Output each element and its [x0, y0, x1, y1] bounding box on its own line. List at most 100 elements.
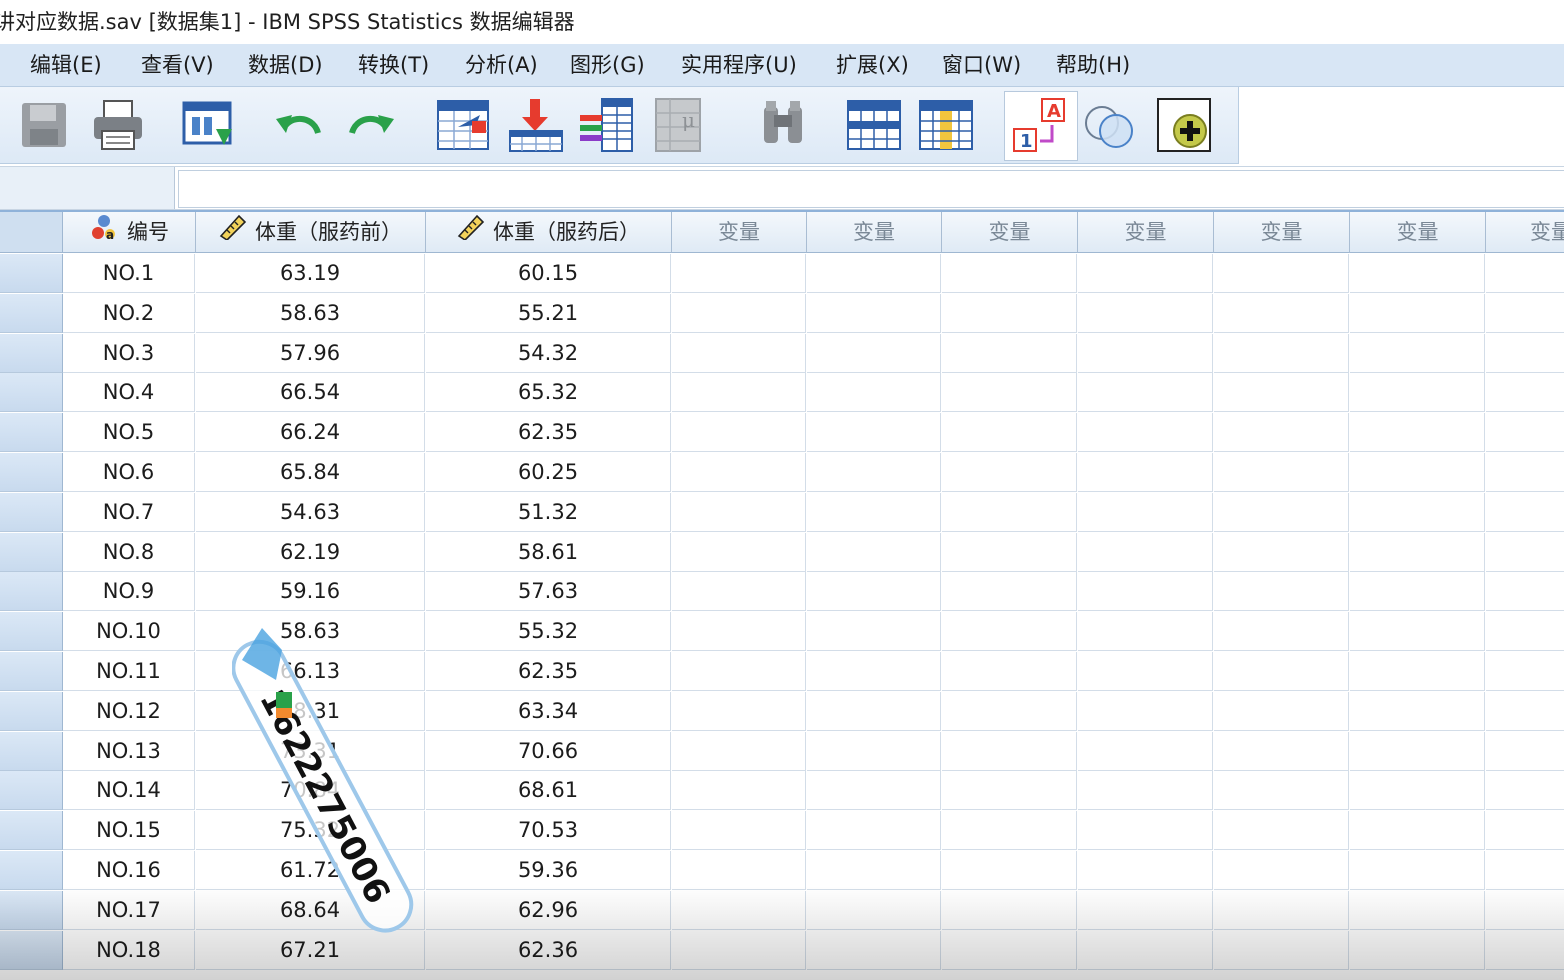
cell-empty[interactable] [1486, 851, 1564, 890]
cell-id[interactable]: NO.9 [63, 572, 195, 611]
menu-graphs[interactable]: 图形(G) [570, 44, 645, 86]
cell-empty[interactable] [1078, 732, 1213, 771]
menu-transform[interactable]: 转换(T) [358, 44, 429, 86]
cell-empty[interactable] [807, 851, 941, 890]
cell-empty[interactable] [1350, 851, 1485, 890]
row-header[interactable] [0, 572, 63, 611]
variables-button[interactable] [578, 97, 634, 153]
cell-empty[interactable] [672, 413, 806, 452]
cell-id[interactable]: NO.1 [63, 254, 195, 293]
row-header[interactable] [0, 254, 63, 293]
row-header[interactable] [0, 732, 63, 771]
cell-weight-after[interactable]: 59.36 [426, 851, 671, 890]
cell-empty[interactable] [1078, 692, 1213, 731]
cell-empty[interactable] [1214, 572, 1349, 611]
column-header-var[interactable]: 变量 [942, 212, 1078, 253]
cell-empty[interactable] [1486, 533, 1564, 572]
use-variable-sets-button[interactable] [1082, 97, 1138, 153]
cell-empty[interactable] [1078, 533, 1213, 572]
cell-empty[interactable] [942, 811, 1077, 850]
cell-empty[interactable] [672, 891, 806, 930]
cell-empty[interactable] [1350, 334, 1485, 373]
menu-utilities[interactable]: 实用程序(U) [681, 44, 797, 86]
cell-id[interactable]: NO.2 [63, 294, 195, 333]
cell-empty[interactable] [672, 294, 806, 333]
cell-empty[interactable] [672, 612, 806, 651]
cell-weight-after[interactable]: 55.32 [426, 612, 671, 651]
cell-id[interactable]: NO.8 [63, 533, 195, 572]
cell-id[interactable]: NO.14 [63, 771, 195, 810]
cell-empty[interactable] [807, 413, 941, 452]
menu-extensions[interactable]: 扩展(X) [836, 44, 909, 86]
cell-empty[interactable] [807, 732, 941, 771]
cell-empty[interactable] [672, 811, 806, 850]
cell-empty[interactable] [1078, 334, 1213, 373]
cell-empty[interactable] [1486, 732, 1564, 771]
menu-data[interactable]: 数据(D) [248, 44, 323, 86]
cell-empty[interactable] [1350, 453, 1485, 492]
goto-variable-button[interactable] [508, 97, 564, 153]
cell-weight-after[interactable]: 60.15 [426, 254, 671, 293]
cell-empty[interactable] [942, 453, 1077, 492]
cell-weight-before[interactable]: 58.63 [196, 612, 425, 651]
cell-weight-after[interactable]: 57.63 [426, 572, 671, 611]
cell-empty[interactable] [672, 652, 806, 691]
cell-weight-before[interactable]: 62.19 [196, 533, 425, 572]
row-header[interactable] [0, 294, 63, 333]
row-header[interactable] [0, 334, 63, 373]
cell-id[interactable]: NO.17 [63, 891, 195, 930]
cell-empty[interactable] [807, 771, 941, 810]
cell-empty[interactable] [672, 572, 806, 611]
cell-empty[interactable] [1350, 493, 1485, 532]
cell-empty[interactable] [807, 572, 941, 611]
cell-empty[interactable] [1078, 851, 1213, 890]
cell-empty[interactable] [1078, 493, 1213, 532]
cell-empty[interactable] [942, 931, 1077, 970]
cell-empty[interactable] [672, 732, 806, 771]
cell-weight-before[interactable]: 65.84 [196, 453, 425, 492]
cell-empty[interactable] [807, 811, 941, 850]
cell-empty[interactable] [1350, 891, 1485, 930]
cell-weight-before[interactable]: 58.63 [196, 294, 425, 333]
cell-empty[interactable] [1078, 373, 1213, 412]
cell-empty[interactable] [942, 533, 1077, 572]
cell-empty[interactable] [807, 891, 941, 930]
cell-empty[interactable] [1078, 453, 1213, 492]
cell-empty[interactable] [1214, 931, 1349, 970]
cell-empty[interactable] [1078, 612, 1213, 651]
cell-reference-box[interactable] [0, 167, 175, 209]
cell-weight-before[interactable]: 57.96 [196, 334, 425, 373]
cell-weight-before[interactable]: 61.72 [196, 851, 425, 890]
cell-empty[interactable] [1486, 692, 1564, 731]
cell-empty[interactable] [1078, 891, 1213, 930]
column-header-var[interactable]: 变量 [1214, 212, 1350, 253]
row-header[interactable] [0, 931, 63, 970]
cell-empty[interactable] [1486, 572, 1564, 611]
cell-weight-before[interactable]: 70.84 [196, 771, 425, 810]
cell-weight-before[interactable]: 66.54 [196, 373, 425, 412]
row-header[interactable] [0, 413, 63, 452]
cell-weight-after[interactable]: 51.32 [426, 493, 671, 532]
cell-weight-after[interactable]: 70.53 [426, 811, 671, 850]
cell-empty[interactable] [1486, 931, 1564, 970]
cell-empty[interactable] [807, 652, 941, 691]
cell-weight-after[interactable]: 62.36 [426, 931, 671, 970]
cell-empty[interactable] [1350, 294, 1485, 333]
cell-empty[interactable] [942, 732, 1077, 771]
cell-id[interactable]: NO.11 [63, 652, 195, 691]
column-header-var[interactable]: 变量 [672, 212, 807, 253]
cell-empty[interactable] [1486, 891, 1564, 930]
cell-empty[interactable] [1486, 294, 1564, 333]
cell-empty[interactable] [942, 373, 1077, 412]
cell-empty[interactable] [672, 533, 806, 572]
value-labels-button[interactable]: A 1 [1012, 97, 1068, 153]
cell-id[interactable]: NO.12 [63, 692, 195, 731]
cell-weight-before[interactable]: 66.13 [196, 652, 425, 691]
cell-empty[interactable] [807, 254, 941, 293]
cell-empty[interactable] [1214, 891, 1349, 930]
row-header[interactable] [0, 453, 63, 492]
cell-empty[interactable] [672, 692, 806, 731]
cell-empty[interactable] [1486, 413, 1564, 452]
cell-empty[interactable] [942, 652, 1077, 691]
cell-weight-after[interactable]: 70.66 [426, 732, 671, 771]
